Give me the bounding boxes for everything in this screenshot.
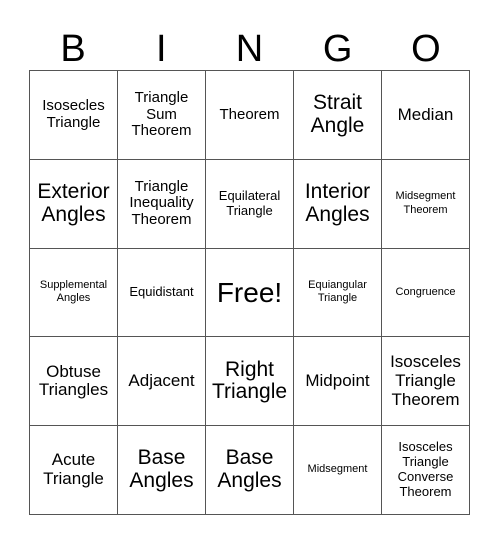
bingo-cell-label: Isosecles Triangle <box>42 97 105 131</box>
bingo-cell-label: Midpoint <box>305 370 370 390</box>
bingo-cell-label: Strait Angle <box>310 91 365 137</box>
bingo-cell-label: Isosceles Triangle Converse Theorem <box>397 439 454 500</box>
bingo-cell-label: Triangle Inequality Theorem <box>129 177 194 229</box>
bingo-cell-label: Base Angles <box>129 446 194 493</box>
bingo-cell-label: Triangle Sum Theorem <box>131 88 192 140</box>
bingo-cell[interactable]: Base Angles <box>118 426 206 515</box>
bingo-cell-label: Equilateral Triangle <box>218 187 281 218</box>
bingo-cell[interactable]: Isosceles Triangle Converse Theorem <box>382 426 470 515</box>
bingo-cell[interactable]: Isosecles Triangle <box>30 71 118 160</box>
bingo-card: B I N G O Isosecles Triangle Triangle Sum… <box>0 0 500 544</box>
bingo-cell[interactable]: Exterior Angles <box>30 159 118 249</box>
bingo-cell[interactable]: Supplemental Angles <box>30 248 118 338</box>
bingo-cell[interactable]: Right Triangle <box>206 337 294 427</box>
bingo-cell[interactable]: Base Angles <box>206 426 294 515</box>
bingo-cell[interactable]: Median <box>382 71 470 160</box>
bingo-cell[interactable]: Theorem <box>206 71 294 160</box>
bingo-cell[interactable]: Midpoint <box>294 337 382 427</box>
bingo-cell-label: Theorem <box>219 105 280 123</box>
bingo-header-row: B I N G O <box>29 16 470 70</box>
bingo-cell[interactable]: Midsegment Theorem <box>382 159 470 249</box>
bingo-cell-label: Interior Angles <box>304 180 371 226</box>
bingo-cell-label: Acute Triangle <box>43 450 104 489</box>
header-letter-o: O <box>411 28 441 70</box>
header-letter-g: G <box>322 28 353 70</box>
bingo-cell[interactable]: Equiangular Triangle <box>294 248 382 338</box>
bingo-cell-label: Equiangular Triangle <box>308 279 367 305</box>
bingo-cell[interactable]: Acute Triangle <box>30 426 118 515</box>
bingo-cell-free[interactable]: Free! <box>206 248 294 338</box>
bingo-cell[interactable]: Midsegment <box>294 426 382 515</box>
bingo-cell-label: Congruence <box>395 285 456 298</box>
bingo-cell-label: Adjacent <box>128 370 195 390</box>
header-letter-i: I <box>156 28 167 70</box>
bingo-cell-label: Isosceles Triangle Theorem <box>390 352 461 409</box>
bingo-cell[interactable]: Interior Angles <box>294 159 382 249</box>
bingo-cell[interactable]: Isosceles Triangle Theorem <box>382 337 470 427</box>
bingo-cell-label: Median <box>397 104 454 124</box>
bingo-cell-label: Base Angles <box>217 446 282 493</box>
bingo-cell-label: Free! <box>216 276 283 308</box>
bingo-cell-label: Midsegment Theorem <box>395 190 456 216</box>
bingo-cell-label: Supplemental Angles <box>39 279 108 305</box>
bingo-cell-label: Midsegment <box>307 463 368 476</box>
bingo-cell[interactable]: Triangle Sum Theorem <box>118 71 206 160</box>
bingo-cell-label: Obtuse Triangles <box>38 361 109 400</box>
bingo-grid: Isosecles Triangle Triangle Sum Theorem Th… <box>29 70 470 515</box>
bingo-cell[interactable]: Triangle Inequality Theorem <box>118 159 206 249</box>
bingo-cell[interactable]: Strait Angle <box>294 71 382 160</box>
bingo-cell-label: Exterior Angles <box>37 180 110 226</box>
bingo-cell[interactable]: Equilateral Triangle <box>206 159 294 249</box>
bingo-cell[interactable]: Congruence <box>382 248 470 338</box>
bingo-cell[interactable]: Obtuse Triangles <box>30 337 118 427</box>
bingo-cell[interactable]: Adjacent <box>118 337 206 427</box>
header-letter-n: N <box>235 28 264 70</box>
bingo-cell-label: Right Triangle <box>211 357 288 404</box>
bingo-cell-label: Equidistant <box>129 284 194 300</box>
header-letter-b: B <box>60 28 86 70</box>
bingo-cell[interactable]: Equidistant <box>118 248 206 338</box>
